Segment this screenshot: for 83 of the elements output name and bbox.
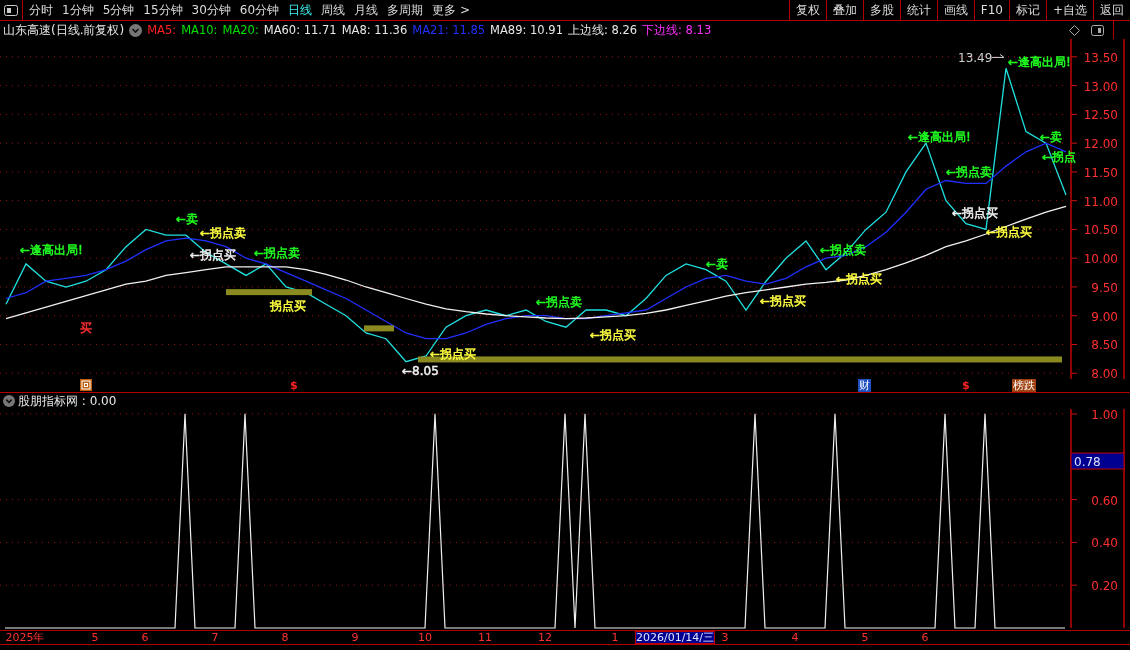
signal-label: 买 <box>80 321 92 336</box>
period-tab[interactable]: 多周期 <box>387 1 424 19</box>
event-badge[interactable]: 榜跌 <box>1012 379 1036 392</box>
signal-label: ←拐点买 <box>190 248 237 263</box>
event-badge[interactable]: 财 <box>858 379 871 392</box>
indicator-value: MA5: <box>147 23 177 37</box>
indicator-value: MA60: 11.71 <box>263 23 337 37</box>
date-label: 2025年 <box>5 631 45 644</box>
event-marker[interactable]: $ <box>962 379 970 392</box>
indicator-value: MA21: 11.85 <box>412 23 486 37</box>
target-icon[interactable] <box>80 379 92 391</box>
axis-label: 0.40 <box>1091 536 1118 551</box>
indicator-value: 上边线: 8.26 <box>567 22 638 38</box>
date-label: 6 <box>141 631 149 644</box>
stock-title: 山东高速(日线.前复权) <box>3 21 125 39</box>
axis-label: 11.00 <box>1083 194 1118 209</box>
period-tab[interactable]: 5分钟 <box>102 1 135 19</box>
period-tab[interactable]: 周线 <box>321 1 346 19</box>
axis-label: 12.00 <box>1083 137 1118 152</box>
date-label: 9 <box>351 631 359 644</box>
panel-toggle-icon[interactable] <box>1091 24 1104 36</box>
date-label: 12 <box>538 631 552 644</box>
axis-label: 8.00 <box>1091 367 1118 382</box>
date-label: 6 <box>921 631 929 644</box>
indicator-value: MA8: 11.36 <box>341 23 408 37</box>
signal-label: ←逢高出局! <box>20 243 83 257</box>
dropdown-icon[interactable] <box>129 23 143 37</box>
period-tab[interactable]: 分时 <box>29 1 53 19</box>
date-label: 7 <box>211 631 219 644</box>
signal-label: ←拐点卖 <box>254 246 301 261</box>
cursor-value-label: 0.78 <box>1074 455 1101 469</box>
axis-label: 10.00 <box>1083 252 1118 267</box>
signal-label: 拐点买 <box>270 299 306 314</box>
date-label: 11 <box>478 631 492 644</box>
period-tab[interactable]: 1分钟 <box>62 1 94 19</box>
period-tab[interactable]: 日线 <box>288 1 313 19</box>
signal-label: ←拐点卖 <box>536 295 583 310</box>
date-label: 3 <box>721 631 729 644</box>
axis-label: 8.50 <box>1091 338 1118 353</box>
axis-label: 0.20 <box>1091 579 1118 594</box>
axis-label: 10.50 <box>1083 223 1118 238</box>
period-tab[interactable]: 月线 <box>354 1 379 19</box>
signal-label: ←8.05 <box>402 364 439 379</box>
signal-label: ←拐点买 <box>590 328 637 343</box>
indicator-title: 股朋指标网 : 0.00 <box>18 392 117 410</box>
axis-label: 13.50 <box>1083 50 1118 65</box>
indicator-value: 下边线: 8.13 <box>642 22 712 38</box>
date-label: 5 <box>91 631 99 644</box>
signal-label: ←卖 <box>176 211 199 226</box>
axis-label: 13.00 <box>1083 79 1118 94</box>
axis-label: 9.50 <box>1091 280 1118 295</box>
signal-label: ←卖 <box>1040 129 1063 144</box>
axis-label: 11.50 <box>1083 165 1118 180</box>
axis-label: 0.60 <box>1091 493 1118 508</box>
date-label: 8 <box>281 631 289 644</box>
indicator-value: MA89: 10.91 <box>490 23 563 37</box>
axis-label: 9.00 <box>1091 309 1118 324</box>
period-tab[interactable]: 15分钟 <box>143 1 183 19</box>
date-label: 1 <box>611 631 619 644</box>
signal-label: ←逢高出局! <box>1008 54 1071 69</box>
panel-toggle-icon[interactable] <box>4 4 18 16</box>
signal-label: ←逢高出局! <box>908 129 971 144</box>
leader-line <box>991 53 1005 58</box>
diamond-icon[interactable] <box>1069 24 1080 36</box>
axis-label: 12.50 <box>1083 108 1118 123</box>
signal-label: ←拐点卖 <box>200 226 247 241</box>
period-tab[interactable]: 60分钟 <box>239 1 280 19</box>
dropdown-icon[interactable] <box>3 395 15 407</box>
indicator-value: MA20: <box>222 23 259 37</box>
period-tab[interactable]: 30分钟 <box>191 1 231 19</box>
date-label: 5 <box>861 631 869 644</box>
date-label: 4 <box>791 631 799 644</box>
signal-label: ←拐点买 <box>760 294 807 309</box>
cursor-date-label: 2026/01/14/三 <box>634 631 716 644</box>
indicator-value: MA10: <box>181 23 218 37</box>
axis-label: 1.00 <box>1091 407 1118 422</box>
peak-label: 13.49 <box>958 51 993 66</box>
signal-label: ←卖 <box>706 256 729 271</box>
signal-label: ←拐点卖 <box>946 164 993 179</box>
date-label: 10 <box>418 631 432 644</box>
signal-label: ←拐点买 <box>430 347 477 362</box>
period-tab[interactable]: 更多 > <box>432 1 470 19</box>
event-marker[interactable]: $ <box>290 379 298 392</box>
